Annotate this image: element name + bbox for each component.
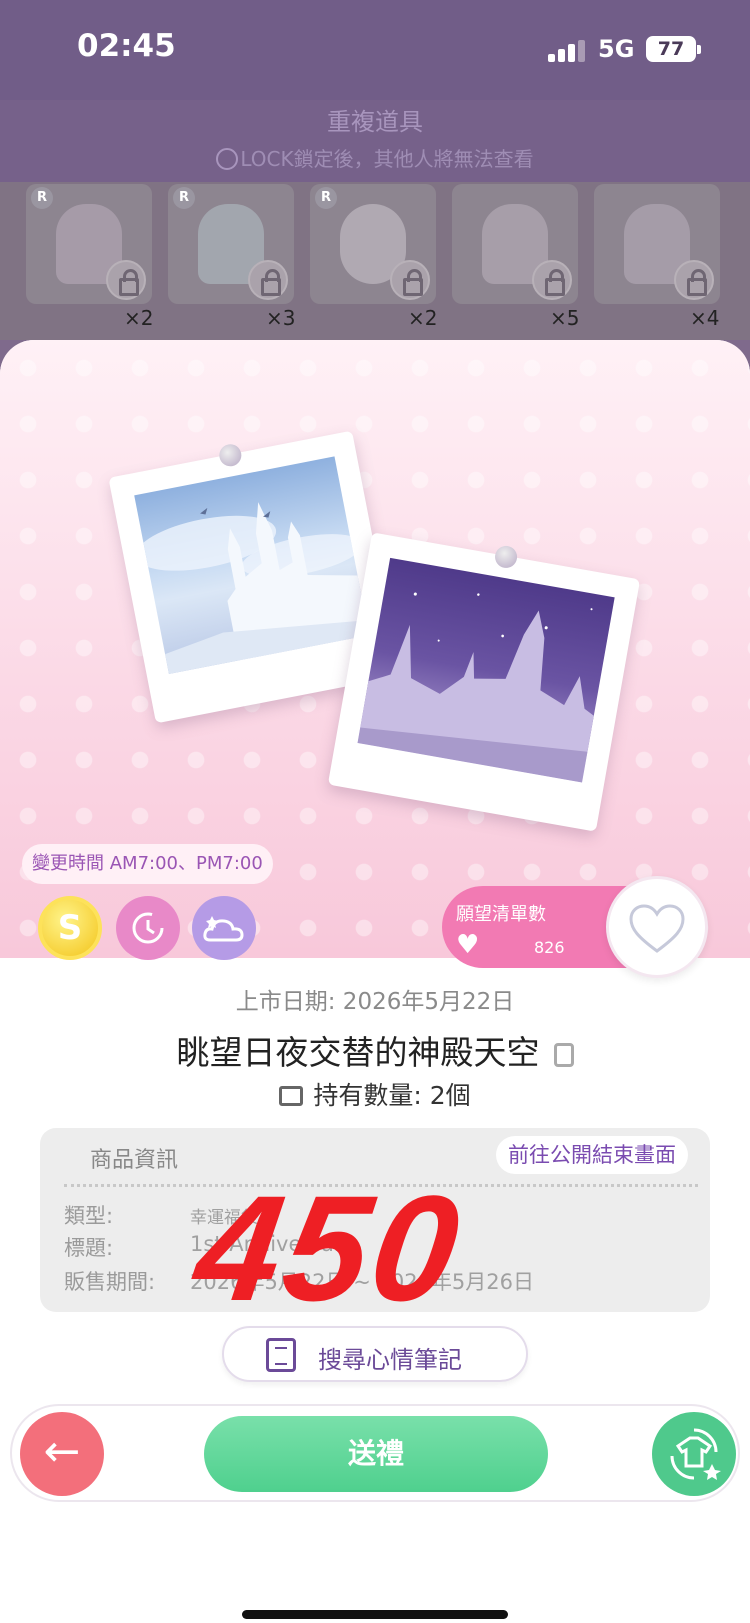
item-card[interactable]: R	[168, 184, 294, 304]
item-detail-modal: 變更時間 AM7:00、PM7:00 S 願望清單數 ♥ 826 上市日期: 2…	[0, 340, 750, 1623]
lock-icon	[216, 148, 239, 170]
type-label: 類型:	[64, 1204, 114, 1228]
status-bar: 02:45 5G 77	[0, 0, 750, 100]
lock-icon[interactable]	[532, 260, 572, 300]
item-qty: ×5	[550, 306, 580, 330]
search-diary-label: 搜尋心情筆記	[318, 1346, 462, 1374]
subtitle-text: LOCK鎖定後，其他人將無法查看	[240, 147, 534, 171]
change-time-label: 變更時間 AM7:00、PM7:00	[22, 844, 273, 884]
clock-icon[interactable]	[116, 896, 180, 960]
release-date: 上市日期: 2026年5月22日	[235, 989, 515, 1015]
rarity-badge: R	[315, 187, 337, 209]
owned-quantity: 持有數量: 2個	[0, 1076, 750, 1112]
item-name-text: 眺望日夜交替的神殿天空	[176, 1033, 540, 1072]
swap-icon[interactable]	[652, 1412, 736, 1496]
info-row-period: 販售期間: 2026年5月22日 ~ 2026年5月26日	[64, 1266, 534, 1296]
back-arrow-icon[interactable]: ←	[20, 1412, 104, 1496]
signal-icon	[548, 40, 586, 62]
rarity-badge: R	[173, 187, 195, 209]
price-stamp: 450	[186, 1164, 473, 1332]
period-label: 販售期間:	[64, 1270, 156, 1294]
gift-button[interactable]: 送禮	[204, 1416, 548, 1492]
item-qty: ×2	[408, 306, 438, 330]
lock-icon[interactable]	[106, 260, 146, 300]
home-indicator	[242, 1610, 508, 1619]
item-card[interactable]: R	[310, 184, 436, 304]
info-row-type: 類型: 幸運福袋	[64, 1200, 258, 1230]
page-title: 重複道具	[327, 108, 423, 136]
wishlist-count: 826	[534, 938, 565, 957]
heart-icon: ♥	[456, 930, 480, 960]
item-name: 眺望日夜交替的神殿天空	[0, 1026, 750, 1074]
item-preview: 變更時間 AM7:00、PM7:00 S 願望清單數 ♥ 826	[0, 340, 750, 978]
rarity-badge: R	[31, 187, 53, 209]
search-diary-button[interactable]: 搜尋心情筆記	[222, 1326, 528, 1382]
wishlist-heart-button[interactable]	[606, 876, 708, 978]
info-row-tag: 標題: 1st Anniversary	[64, 1232, 355, 1262]
item-qty: ×2	[124, 306, 154, 330]
heart-icon	[629, 904, 685, 953]
owned-text: 持有數量: 2個	[313, 1081, 471, 1110]
cloud-icon[interactable]	[192, 896, 256, 960]
item-qty: ×3	[266, 306, 296, 330]
network-type: 5G	[598, 35, 635, 63]
night-sky-photo	[327, 532, 641, 832]
page-subtitle: LOCK鎖定後，其他人將無法查看	[0, 143, 750, 172]
copy-icon[interactable]	[553, 1043, 574, 1067]
info-title: 商品資訊	[90, 1148, 179, 1173]
battery-icon: 77	[646, 36, 701, 62]
tag-label: 標題:	[64, 1236, 114, 1260]
status-time: 02:45	[77, 28, 176, 64]
s-badge-icon[interactable]: S	[38, 896, 102, 960]
goto-ending-button[interactable]: 前往公開結束畫面	[496, 1136, 688, 1174]
lock-icon[interactable]	[390, 260, 430, 300]
action-bar: ← 送禮	[10, 1404, 740, 1502]
night-sky-image	[357, 557, 615, 783]
wishlist-label: 願望清單數	[456, 904, 546, 925]
bag-icon	[279, 1086, 304, 1106]
item-qty: ×4	[690, 306, 720, 330]
notebook-icon	[266, 1338, 296, 1372]
item-card[interactable]	[594, 184, 720, 304]
day-sky-image	[134, 456, 370, 675]
dimmed-header: 重複道具 LOCK鎖定後，其他人將無法查看	[0, 100, 750, 182]
lock-icon[interactable]	[674, 260, 714, 300]
lock-icon[interactable]	[248, 260, 288, 300]
item-strip: R ×2 R ×3 R ×2 ×5 ×4	[0, 182, 750, 340]
item-card[interactable]	[452, 184, 578, 304]
item-card[interactable]: R	[26, 184, 152, 304]
